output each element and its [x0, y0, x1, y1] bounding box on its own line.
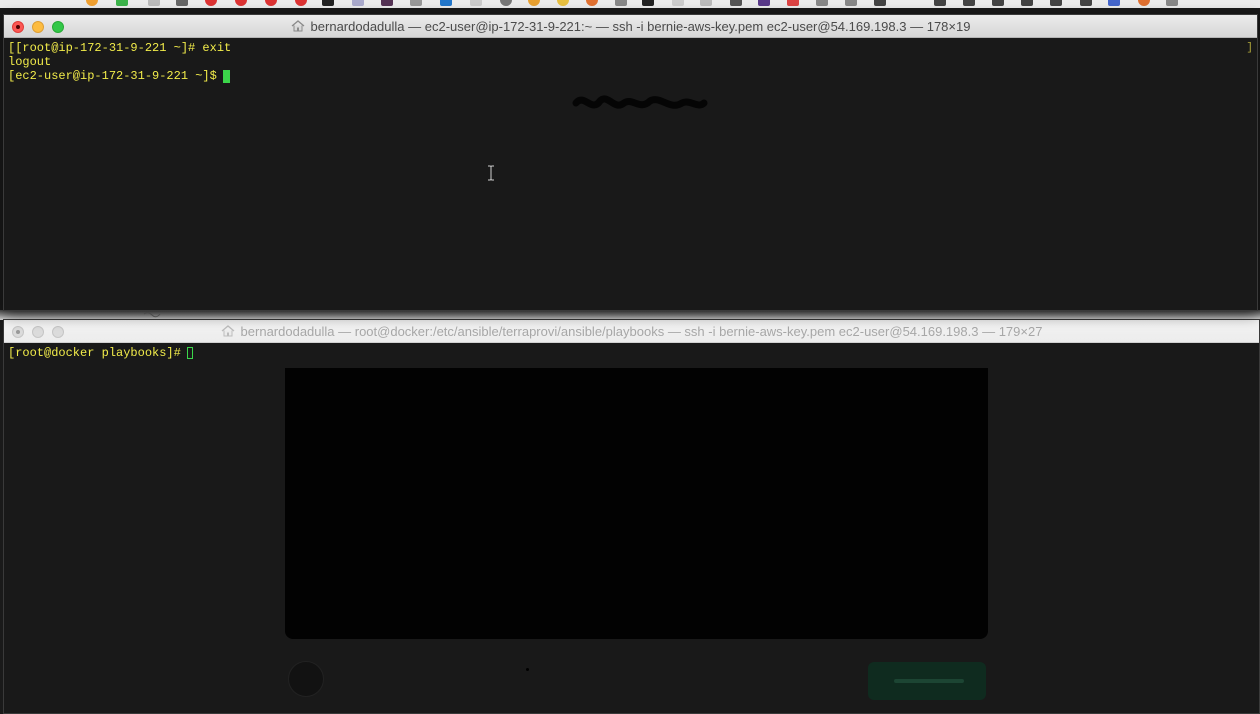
bookmark-icon[interactable]: [500, 0, 512, 6]
terminal-window-bottom[interactable]: bernardodadulla — root@docker:/etc/ansib…: [3, 319, 1260, 714]
bookmark-icon[interactable]: [1021, 0, 1033, 6]
home-icon: [221, 325, 234, 337]
bookmark-icon[interactable]: [116, 0, 128, 6]
bookmark-icon[interactable]: [352, 0, 364, 6]
background-overlay-card: [285, 368, 988, 639]
bookmark-icon[interactable]: [235, 0, 247, 6]
bookmark-icon[interactable]: [963, 0, 975, 6]
bookmark-icon[interactable]: [845, 0, 857, 6]
terminal-line: [[root@ip-172-31-9-221 ~]# exit: [8, 41, 232, 55]
bookmark-icon[interactable]: [528, 0, 540, 6]
background-button: [868, 662, 986, 700]
bookmark-icon[interactable]: [672, 0, 684, 6]
bookmark-icon[interactable]: [787, 0, 799, 6]
home-icon: [291, 20, 304, 32]
bookmark-icon[interactable]: [934, 0, 946, 6]
bookmark-icon[interactable]: [1050, 0, 1062, 6]
terminal-line: logout: [8, 55, 52, 69]
bookmark-icon[interactable]: [381, 0, 393, 6]
bookmark-icon[interactable]: [586, 0, 598, 6]
background-dot: [526, 668, 529, 671]
bookmark-icon[interactable]: [642, 0, 654, 6]
scroll-marker: ]: [1246, 42, 1253, 54]
bookmark-icon[interactable]: [730, 0, 742, 6]
bookmark-icon[interactable]: [176, 0, 188, 6]
bookmark-icon[interactable]: [265, 0, 277, 6]
terminal-output[interactable]: [root@docker playbooks]#: [4, 343, 1259, 713]
bookmark-icon[interactable]: [322, 0, 334, 6]
bookmark-icon[interactable]: [1138, 0, 1150, 6]
bookmark-icon[interactable]: [410, 0, 422, 6]
background-avatar: [288, 661, 324, 697]
terminal-line: [ec2-user@ip-172-31-9-221 ~]$: [8, 69, 1257, 83]
bookmark-icon[interactable]: [557, 0, 569, 6]
bookmarks-bar: [0, 0, 1260, 8]
bookmark-icon[interactable]: [700, 0, 712, 6]
bookmark-icon[interactable]: [758, 0, 770, 6]
bookmark-icon[interactable]: [440, 0, 452, 6]
bookmark-icon[interactable]: [470, 0, 482, 6]
bookmark-icon[interactable]: [86, 0, 98, 6]
bookmark-icon[interactable]: [615, 0, 627, 6]
window-title: bernardodadulla — root@docker:/etc/ansib…: [240, 323, 1043, 339]
ibeam-cursor-icon: [488, 165, 494, 181]
bookmark-icon[interactable]: [148, 0, 160, 6]
background-heading-ghost: [572, 95, 708, 109]
terminal-output[interactable]: [[root@ip-172-31-9-221 ~]# exit logout […: [4, 38, 1257, 310]
bookmark-icon[interactable]: [1166, 0, 1178, 6]
bookmark-icon[interactable]: [205, 0, 217, 6]
bookmark-icon[interactable]: [1108, 0, 1120, 6]
bookmark-icon[interactable]: [295, 0, 307, 6]
terminal-window-top[interactable]: bernardodadulla — ec2-user@ip-172-31-9-2…: [3, 14, 1258, 311]
title-bar[interactable]: bernardodadulla — ec2-user@ip-172-31-9-2…: [4, 15, 1257, 38]
bookmark-icon[interactable]: [816, 0, 828, 6]
title-bar[interactable]: bernardodadulla — root@docker:/etc/ansib…: [4, 320, 1259, 343]
bookmark-icon[interactable]: [992, 0, 1004, 6]
terminal-line: [root@docker playbooks]#: [8, 346, 1259, 360]
window-title: bernardodadulla — ec2-user@ip-172-31-9-2…: [310, 18, 971, 34]
terminal-cursor: [222, 69, 230, 83]
terminal-cursor: [186, 347, 193, 359]
bookmark-icon[interactable]: [1080, 0, 1092, 6]
bookmark-icon[interactable]: [874, 0, 886, 6]
